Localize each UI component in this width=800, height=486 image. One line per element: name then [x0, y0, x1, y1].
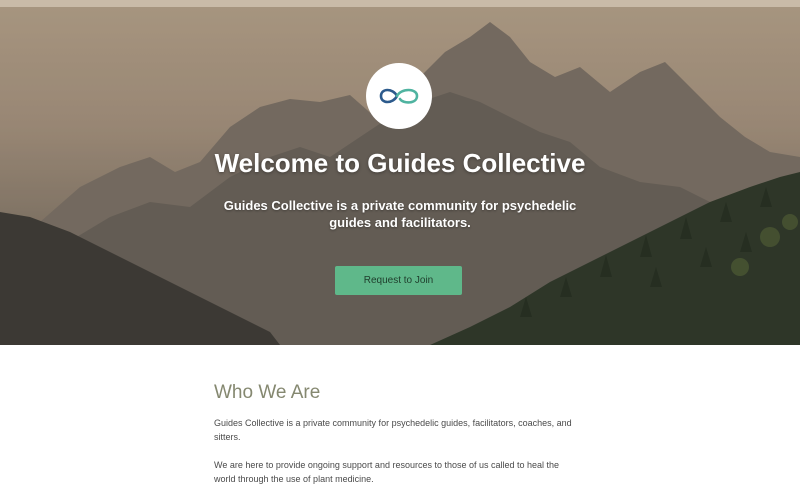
logo[interactable] — [366, 63, 432, 129]
request-to-join-button[interactable]: Request to Join — [335, 266, 462, 295]
infinity-gc-logo-icon — [379, 88, 419, 104]
hero-section: Welcome to Guides Collective Guides Coll… — [0, 7, 800, 345]
hero-title: Welcome to Guides Collective — [214, 148, 586, 178]
about-paragraph: We are here to provide ongoing support a… — [214, 460, 560, 484]
hero-subtitle: Guides Collective is a private community… — [223, 198, 577, 230]
who-we-are-section: Who We Are Guides Collective is a privat… — [0, 345, 800, 484]
about-paragraph: Guides Collective is a private community… — [214, 418, 572, 442]
top-bar — [0, 0, 800, 7]
section-title: Who We Are — [214, 382, 321, 403]
